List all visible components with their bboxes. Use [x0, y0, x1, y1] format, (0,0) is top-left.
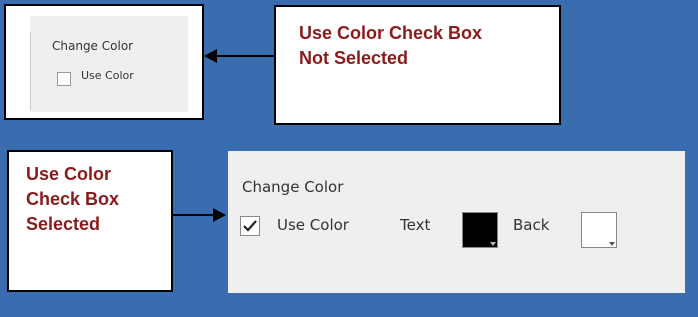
arrow-to-small-panel	[216, 55, 274, 57]
small-panel-frame: Change Color Use Color	[4, 4, 204, 120]
callout-selected: Use Color Check Box Selected	[7, 150, 173, 292]
arrow-head-right	[213, 208, 226, 222]
checkmark-icon	[243, 220, 257, 232]
use-color-checkbox[interactable]	[240, 216, 260, 236]
back-color-label: Back	[513, 216, 550, 234]
change-color-panel-checked: Change Color Use Color Text Back	[228, 151, 685, 293]
callout-selected-line3: Selected	[26, 214, 101, 234]
callout-not-selected-line1: Use Color Check Box	[299, 23, 483, 43]
arrow-to-large-panel	[173, 214, 215, 216]
callout-selected-line1: Use Color	[26, 164, 112, 184]
callout-not-selected-line2: Not Selected	[299, 48, 409, 68]
callout-not-selected: Use Color Check Box Not Selected	[274, 5, 561, 125]
group-label: Change Color	[242, 178, 344, 196]
use-color-label: Use Color	[81, 69, 134, 82]
use-color-checkbox[interactable]	[57, 72, 71, 86]
group-label: Change Color	[52, 39, 134, 53]
text-color-picker[interactable]	[462, 212, 498, 248]
use-color-label: Use Color	[277, 216, 349, 234]
chevron-down-icon	[609, 242, 615, 246]
callout-selected-line2: Check Box	[26, 189, 120, 209]
arrow-head-left	[204, 49, 217, 63]
back-color-picker[interactable]	[581, 212, 617, 248]
change-color-panel-unchecked: Change Color Use Color	[30, 16, 188, 112]
group-divider	[30, 32, 31, 110]
chevron-down-icon	[490, 242, 496, 246]
text-color-label: Text	[400, 216, 431, 234]
